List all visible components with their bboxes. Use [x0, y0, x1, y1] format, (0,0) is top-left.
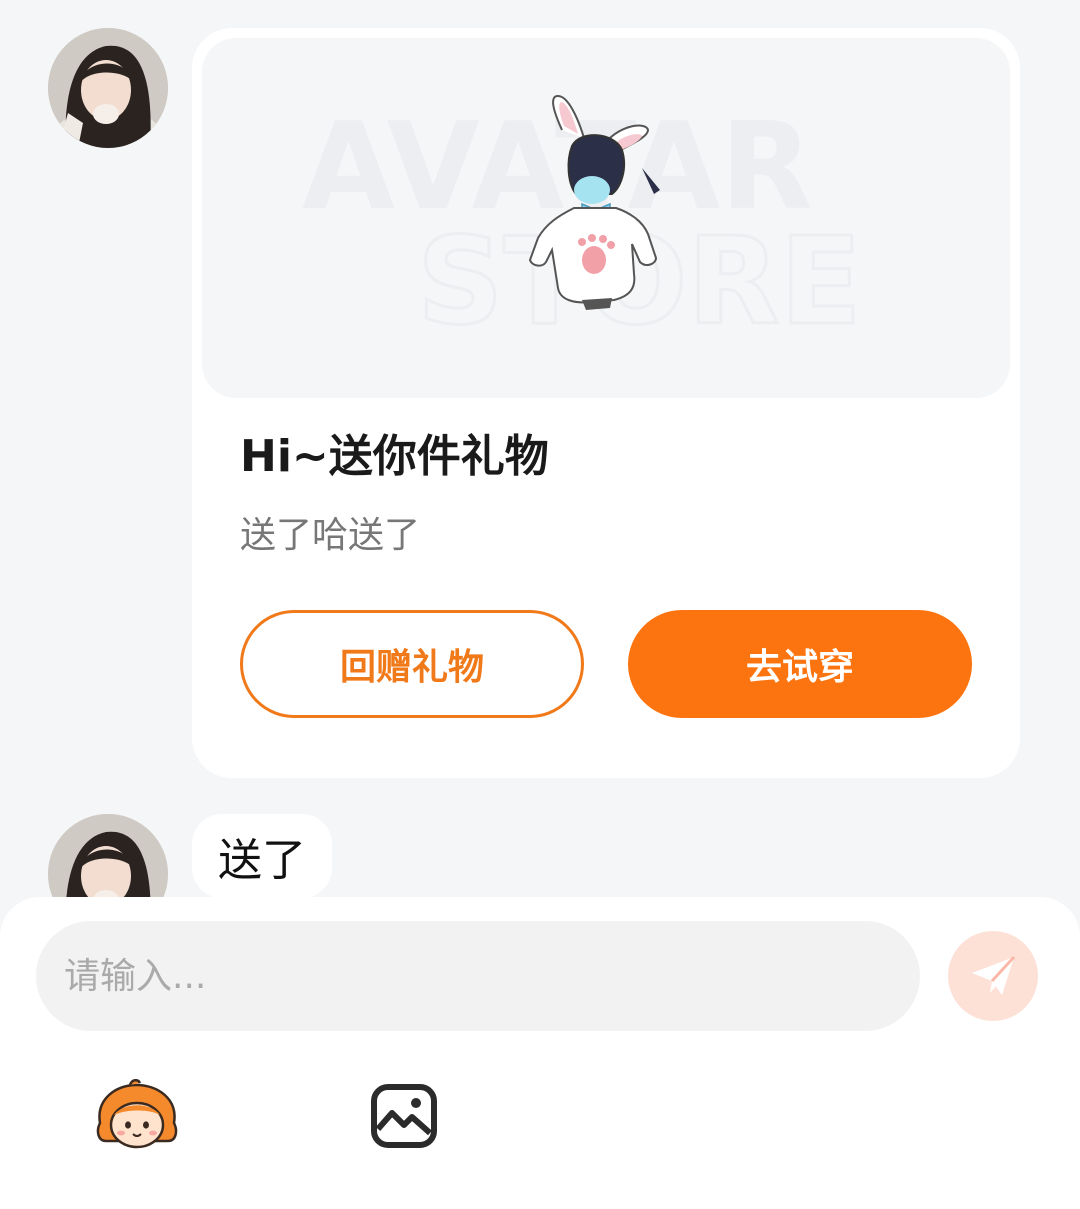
- message-composer: [0, 897, 1080, 1209]
- sender-avatar-image: [48, 28, 168, 148]
- avatar-store-preview: AVATAR STORE: [302, 94, 863, 354]
- mascot-emoji-icon: [96, 1079, 178, 1149]
- text-message-content: 送了: [218, 835, 306, 886]
- text-message-bubble: 送了: [192, 814, 332, 898]
- try-on-button[interactable]: 去试穿: [628, 610, 972, 718]
- gift-message-card: AVATAR STORE Hi~送你件礼物 送了哈送了 回赠礼物 去试穿: [192, 28, 1020, 778]
- send-button[interactable]: [948, 931, 1038, 1021]
- image-picker-button[interactable]: [370, 1083, 440, 1149]
- gift-preview-image: AVATAR STORE: [202, 38, 1010, 398]
- gift-title: Hi~送你件礼物: [240, 431, 549, 482]
- return-gift-button[interactable]: 回赠礼物: [240, 610, 584, 718]
- sender-avatar[interactable]: [48, 28, 168, 148]
- return-gift-label: 回赠礼物: [339, 647, 484, 688]
- paper-plane-icon: [972, 955, 1016, 995]
- gift-subtitle: 送了哈送了: [240, 515, 421, 556]
- message-input[interactable]: [36, 921, 920, 1031]
- image-icon: [371, 1084, 437, 1148]
- emoji-button[interactable]: [92, 1079, 182, 1155]
- try-on-label: 去试穿: [745, 647, 854, 688]
